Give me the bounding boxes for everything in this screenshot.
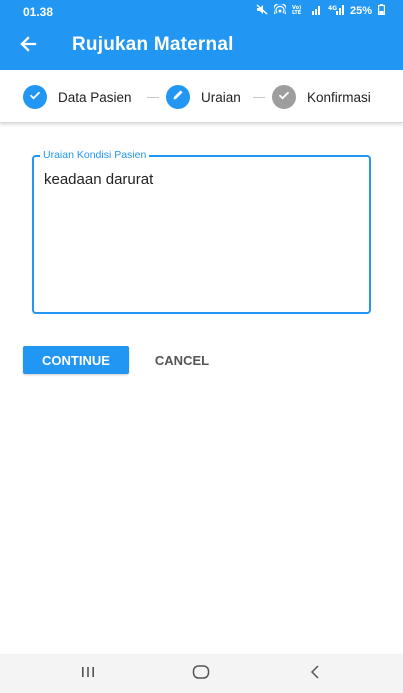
step-connector [147, 97, 159, 98]
app-header: 01.38 Vo) LTE 4G 25% Rujukan Maternal [0, 0, 403, 70]
step-circle [23, 85, 47, 109]
step-label: Konfirmasi [307, 89, 371, 105]
recent-apps-icon [80, 665, 96, 684]
status-bar: 01.38 Vo) LTE 4G 25% [0, 0, 403, 22]
system-nav-bar [0, 654, 403, 693]
step-data-pasien[interactable]: Data Pasien [23, 85, 132, 109]
step-konfirmasi[interactable]: Konfirmasi [272, 85, 371, 109]
status-time: 01.38 [23, 5, 54, 19]
volte-icon: Vo) LTE [292, 4, 306, 18]
app-bar: Rujukan Maternal [0, 24, 403, 68]
continue-button[interactable]: CONTINUE [23, 346, 129, 374]
uraian-kondisi-field[interactable]: Uraian Kondisi Pasien keadaan darurat [32, 149, 371, 314]
pencil-icon [171, 88, 185, 107]
signal-icon [311, 4, 322, 18]
chevron-left-icon [309, 664, 321, 685]
step-circle [166, 85, 190, 109]
mute-icon [256, 4, 268, 18]
4g-signal-icon: 4G [328, 4, 344, 18]
cancel-button[interactable]: CANCEL [140, 346, 224, 374]
stepper: Data Pasien Uraian Konfirmasi [0, 70, 403, 123]
battery-percent: 25% [349, 5, 372, 17]
back-button[interactable] [14, 32, 42, 60]
page-title: Rujukan Maternal [72, 34, 234, 55]
step-connector [253, 97, 265, 98]
home-button[interactable] [186, 663, 216, 685]
hotspot-icon [272, 2, 288, 18]
home-icon [192, 664, 210, 685]
check-icon [28, 88, 42, 107]
field-label: Uraian Kondisi Pasien [40, 149, 150, 161]
step-circle [272, 85, 296, 109]
field-value[interactable]: keadaan darurat [44, 171, 153, 188]
recent-apps-button[interactable] [73, 663, 103, 685]
back-nav-button[interactable] [300, 663, 330, 685]
step-label: Uraian [201, 89, 241, 105]
status-icons: Vo) LTE 4G 25% [256, 2, 386, 18]
step-uraian[interactable]: Uraian [166, 85, 241, 109]
check-icon [277, 88, 291, 107]
step-label: Data Pasien [58, 89, 132, 105]
arrow-left-icon [18, 34, 38, 59]
svg-text:4G: 4G [328, 5, 337, 12]
battery-icon [378, 4, 386, 18]
svg-text:LTE: LTE [292, 10, 302, 15]
